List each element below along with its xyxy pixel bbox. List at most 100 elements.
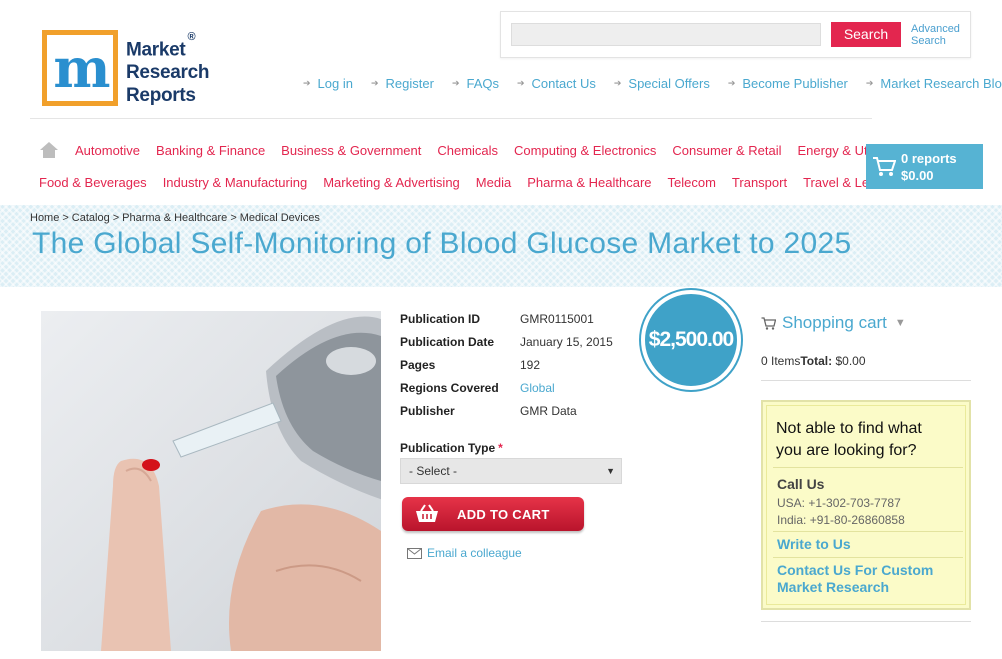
category-telecom[interactable]: Telecom [668,175,716,190]
page-title: The Global Self-Monitoring of Blood Gluc… [32,227,852,260]
breadcrumb-pharma[interactable]: Pharma & Healthcare [122,212,227,224]
arrow-icon: ➔ [613,78,622,88]
detail-label: Publication Date [400,335,495,349]
category-computing-electronics[interactable]: Computing & Electronics [514,143,656,158]
cart-total-value: $0.00 [835,354,866,368]
email-colleague-link[interactable]: Email a colleague [407,546,522,560]
phone-india: India: +91-80-26860858 [777,513,905,527]
basket-icon [416,504,438,522]
arrow-icon: ➔ [451,78,460,88]
become-publisher-link[interactable]: ➔ Become Publisher [728,76,848,91]
category-banking-finance[interactable]: Banking & Finance [156,143,265,158]
cart-icon [873,157,896,176]
arrow-icon: ➔ [727,78,736,88]
cart-amount: $0.00 [901,168,934,183]
breadcrumb-catalog[interactable]: Catalog [72,212,110,224]
call-us-heading: Call Us [777,476,825,492]
page-count: 192 [520,358,541,372]
search-input[interactable] [511,23,821,46]
category-consumer-retail[interactable]: Consumer & Retail [672,143,781,158]
detail-row: Publisher GMR Data [400,404,613,427]
detail-label: Regions Covered [400,381,499,395]
advanced-search-line-2: Search [911,35,946,47]
detail-label: Pages [400,358,436,372]
publication-type-label: Publication Type * [400,441,503,455]
shopping-cart-header[interactable]: Shopping cart ▼ [761,313,906,333]
phone-usa: USA: +1-302-703-7787 [777,496,901,510]
divider [761,621,971,622]
login-link[interactable]: ➔ Log in [303,76,353,91]
category-pharma-healthcare[interactable]: Pharma & Healthcare [527,175,651,190]
search-button[interactable]: Search [831,22,901,47]
add-to-cart-label: ADD TO CART [457,507,550,522]
faqs-link[interactable]: ➔ FAQs [452,76,499,91]
divider [773,557,963,558]
detail-row: Pages 192 [400,358,613,381]
logo-line-3: Reports [126,85,196,107]
category-transport[interactable]: Transport [732,175,787,190]
detail-row: Publication ID GMR0115001 [400,312,613,335]
registered-mark: ® [187,31,196,43]
detail-row: Publication Date January 15, 2015 [400,335,613,358]
site-logo[interactable]: m Market® Research Reports [42,30,209,107]
header-cart[interactable]: 0 reports $0.00 [866,144,983,189]
category-business-government[interactable]: Business & Government [281,143,421,158]
publication-date: January 15, 2015 [520,335,613,349]
email-colleague-label: Email a colleague [427,546,522,560]
register-link[interactable]: ➔ Register [371,76,434,91]
category-food-beverages[interactable]: Food & Beverages [39,175,147,190]
breadcrumb-medical-devices[interactable]: Medical Devices [240,212,320,224]
add-to-cart-button[interactable]: ADD TO CART [402,497,584,531]
breadcrumb-home[interactable]: Home [30,212,59,224]
publication-type-select[interactable]: - Select - ▼ [400,458,622,484]
custom-research-link[interactable]: Contact Us For Custom Market Research [777,562,933,596]
advanced-search-line-1: Advanced [911,23,960,35]
glucose-meter-illustration [101,316,381,651]
logo-text: Market® Research Reports [126,31,210,107]
arrow-icon: ➔ [865,78,874,88]
required-marker: * [498,441,503,455]
cart-summary: 0 ItemsTotal: $0.00 [761,354,866,368]
category-industry-manufacturing[interactable]: Industry & Manufacturing [163,175,308,190]
chevron-down-icon: ▼ [894,317,906,329]
publisher: GMR Data [520,404,577,418]
special-offers-link[interactable]: ➔ Special Offers [614,76,710,91]
home-icon[interactable] [40,142,58,158]
cart-report-count: 0 reports [901,151,957,166]
category-marketing-advertising[interactable]: Marketing & Advertising [323,175,460,190]
publication-id: GMR0115001 [520,312,594,326]
envelope-icon [407,547,422,559]
help-box: Not able to find what you are looking fo… [761,400,971,610]
cart-icon [761,316,776,330]
divider [773,531,963,532]
top-links: ➔ Log in ➔ Register ➔ FAQs ➔ Contact Us ➔ Spe… [303,76,1002,91]
contact-us-link[interactable]: ➔ Contact Us [517,76,596,91]
detail-label: Publication ID [400,312,481,326]
cart-total-label: Total: [800,354,833,368]
header-cart-text: 0 reports $0.00 [901,150,957,184]
logo-line-2: Research [126,62,210,84]
category-nav-row-1: Automotive Banking & Finance Business & … [40,142,912,158]
category-chemicals[interactable]: Chemicals [437,143,498,158]
breadcrumb-separator: > [112,212,120,224]
blog-link[interactable]: ➔ Market Research Blog [866,76,1002,91]
breadcrumb: Home > Catalog > Pharma & Healthcare > Medical… [30,212,320,224]
logo-letter: m [53,36,110,100]
page: m Market® Research Reports Search Advanc… [0,0,1002,659]
logo-mark: m [42,30,118,106]
write-to-us-link[interactable]: Write to Us [777,536,851,553]
detail-row: Regions Covered Global [400,381,613,404]
arrow-icon: ➔ [370,78,379,88]
logo-line-1: Market [126,39,186,61]
category-automotive[interactable]: Automotive [75,143,140,158]
category-media[interactable]: Media [476,175,511,190]
advanced-search-link[interactable]: Advanced Search [911,23,960,47]
select-value: - Select - [409,464,458,478]
divider [30,118,872,119]
cart-items-count: 0 Items [761,354,801,368]
shopping-cart-title: Shopping cart [782,313,887,332]
region-link[interactable]: Global [520,381,555,404]
breadcrumb-separator: > [230,212,237,224]
arrow-icon: ➔ [517,78,525,88]
divider [761,380,971,381]
